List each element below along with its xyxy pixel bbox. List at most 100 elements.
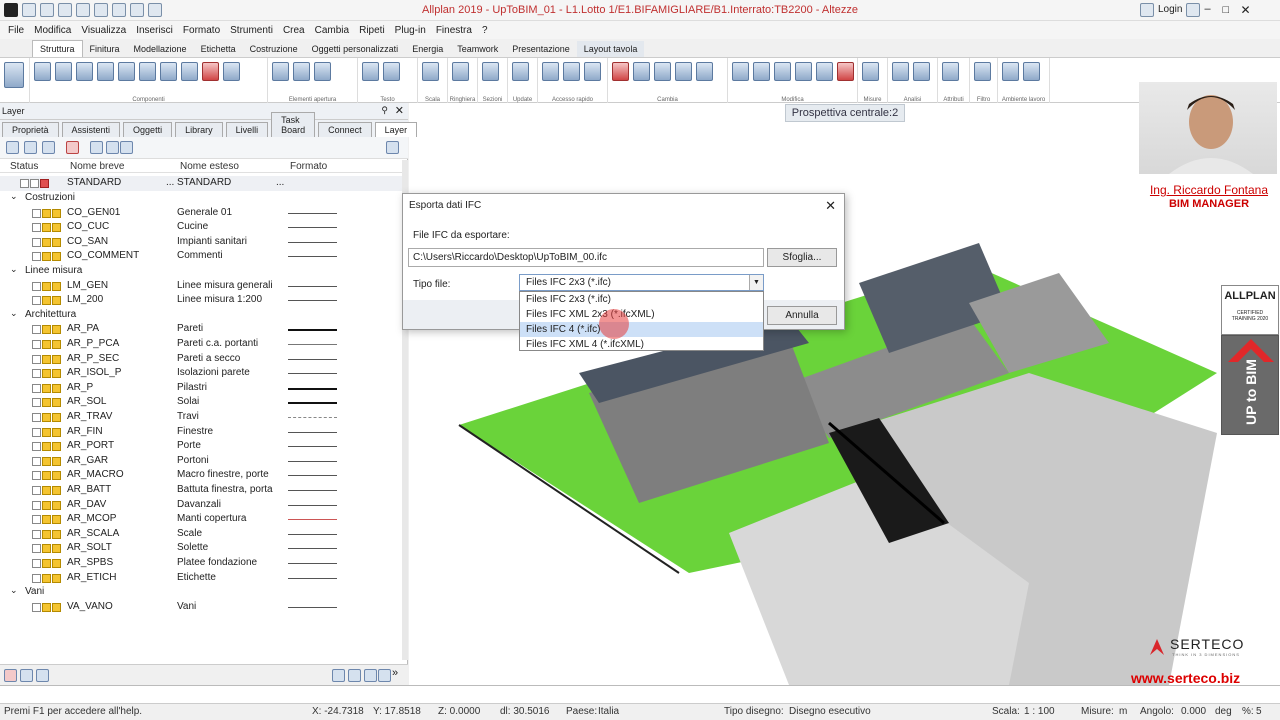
status-box[interactable] xyxy=(42,486,51,495)
status-box[interactable] xyxy=(32,223,41,233)
dropdown-option-selected[interactable]: Files IFC 4 (*.ifc) xyxy=(520,322,763,337)
panel-tab-library[interactable]: Library xyxy=(175,122,223,137)
status-box[interactable] xyxy=(42,456,51,466)
status-box[interactable] xyxy=(42,223,51,233)
col-nome-esteso[interactable]: Nome esteso xyxy=(180,161,239,172)
collapse-icon[interactable] xyxy=(24,141,37,154)
status-box[interactable] xyxy=(52,208,61,218)
status-box[interactable] xyxy=(52,237,61,247)
layer-visibility-icon[interactable] xyxy=(90,141,103,154)
status-box[interactable] xyxy=(32,529,41,539)
status-box[interactable] xyxy=(42,529,51,539)
status-box[interactable] xyxy=(32,602,41,612)
status-box[interactable] xyxy=(52,427,61,437)
layer-tool-2-icon[interactable] xyxy=(348,669,361,682)
menu-plugin[interactable]: Plug-in xyxy=(395,25,426,36)
panel-tab-task-board[interactable]: Task Board xyxy=(271,112,316,137)
table-row-standard[interactable]: STANDARD ... STANDARD ... xyxy=(0,176,402,191)
table-row[interactable]: AR_FIN Finestre xyxy=(0,425,402,440)
dropdown-option[interactable]: Files IFC XML 4 (*.ifcXML) xyxy=(520,337,763,352)
scale-value[interactable]: 1 : 100 xyxy=(1024,706,1055,717)
scale-icon[interactable] xyxy=(422,62,439,81)
status-box[interactable] xyxy=(32,281,41,291)
status-box[interactable] xyxy=(52,529,61,539)
tab-energia[interactable]: Energia xyxy=(405,41,450,57)
status-box[interactable] xyxy=(52,398,61,408)
drawing-type-value[interactable]: Disegno esecutivo xyxy=(789,706,871,717)
col-formato[interactable]: Formato xyxy=(290,161,327,172)
more-icon[interactable]: » xyxy=(392,667,398,679)
stretch-icon[interactable] xyxy=(654,62,671,81)
menu-cambia[interactable]: Cambia xyxy=(315,25,349,36)
layer-group[interactable]: ⌄ Architettura xyxy=(0,308,402,323)
status-box[interactable] xyxy=(52,486,61,495)
status-box[interactable] xyxy=(52,383,61,393)
table-row[interactable]: AR_SPBS Platee fondazione xyxy=(0,556,402,571)
status-box[interactable] xyxy=(42,573,51,583)
status-box[interactable] xyxy=(32,340,41,349)
status-box[interactable] xyxy=(32,369,41,379)
help-icon[interactable] xyxy=(1186,3,1201,17)
opening-icon[interactable] xyxy=(202,62,219,81)
table-row[interactable]: AR_P Pilastri xyxy=(0,381,402,396)
rotate-icon[interactable] xyxy=(774,62,791,81)
layer-delete-icon[interactable] xyxy=(66,141,79,154)
status-box[interactable] xyxy=(32,486,41,495)
status-box[interactable] xyxy=(52,354,61,364)
wall-icon[interactable] xyxy=(34,62,51,81)
dialog-close-icon[interactable]: ✕ xyxy=(825,198,836,214)
layer-group[interactable]: ⌄ Costruzioni xyxy=(0,191,402,206)
status-box[interactable] xyxy=(52,442,61,452)
offset-icon[interactable] xyxy=(675,62,692,81)
panel-tab-assistenti[interactable]: Assistenti xyxy=(61,122,121,137)
menu-modifica[interactable]: Modifica xyxy=(34,25,71,36)
status-box[interactable] xyxy=(52,281,61,291)
table-row[interactable]: CO_SAN Impianti sanitari xyxy=(0,235,402,250)
table-row[interactable]: AR_BATT Battuta finestra, porta xyxy=(0,483,402,498)
layer-settings-icon[interactable] xyxy=(42,141,55,154)
chevron-down-icon[interactable]: ▼ xyxy=(749,275,763,290)
status-box[interactable] xyxy=(52,456,61,466)
table-row[interactable]: AR_ETICH Etichette xyxy=(0,571,402,586)
status-box[interactable] xyxy=(42,471,51,481)
country-value[interactable]: Italia xyxy=(598,706,619,717)
status-box[interactable] xyxy=(42,208,51,218)
status-box[interactable] xyxy=(52,515,61,525)
tab-oggetti-personalizzati[interactable]: Oggetti personalizzati xyxy=(305,41,406,57)
layer-option-icon[interactable] xyxy=(120,141,133,154)
status-box[interactable] xyxy=(32,500,41,510)
table-row[interactable]: AR_MCOP Manti copertura xyxy=(0,512,402,527)
command-line[interactable] xyxy=(0,685,1280,704)
panel-search-icon[interactable] xyxy=(386,141,399,154)
status-box[interactable] xyxy=(42,252,51,262)
smartpart-icon[interactable] xyxy=(314,62,331,81)
status-box[interactable] xyxy=(32,471,41,481)
status-box[interactable] xyxy=(32,325,41,335)
panel-tab-oggetti[interactable]: Oggetti xyxy=(123,122,173,137)
status-box[interactable] xyxy=(42,383,51,393)
browse-button[interactable]: Sfoglia... xyxy=(767,248,837,267)
dropdown-option[interactable]: Files IFC 2x3 (*.ifc) xyxy=(520,292,763,307)
text-a-icon[interactable] xyxy=(563,62,580,81)
status-box[interactable] xyxy=(52,559,61,568)
minimize-icon[interactable]: – xyxy=(1204,3,1218,17)
roof-icon[interactable] xyxy=(181,62,198,81)
downstand-icon[interactable] xyxy=(118,62,135,81)
table-row[interactable]: CO_CUC Cucine xyxy=(0,220,402,235)
split-icon[interactable] xyxy=(696,62,713,81)
layer-tool-1-icon[interactable] xyxy=(332,669,345,682)
status-box[interactable] xyxy=(42,325,51,335)
status-box[interactable] xyxy=(32,296,41,306)
status-box[interactable] xyxy=(32,442,41,452)
menu-inserisci[interactable]: Inserisci xyxy=(136,25,173,36)
status-box[interactable] xyxy=(42,398,51,408)
user-icon[interactable] xyxy=(1140,3,1154,17)
status-box[interactable] xyxy=(32,456,41,466)
chevron-down-icon[interactable]: ⌄ xyxy=(10,585,18,596)
percent-value[interactable]: 5 xyxy=(1256,706,1262,717)
status-box[interactable] xyxy=(32,515,41,525)
tab-etichetta[interactable]: Etichetta xyxy=(194,41,243,57)
tab-struttura[interactable]: Struttura xyxy=(32,40,83,57)
table-row[interactable]: AR_ISOL_P Isolazioni parete xyxy=(0,366,402,381)
railing-icon[interactable] xyxy=(160,62,177,81)
